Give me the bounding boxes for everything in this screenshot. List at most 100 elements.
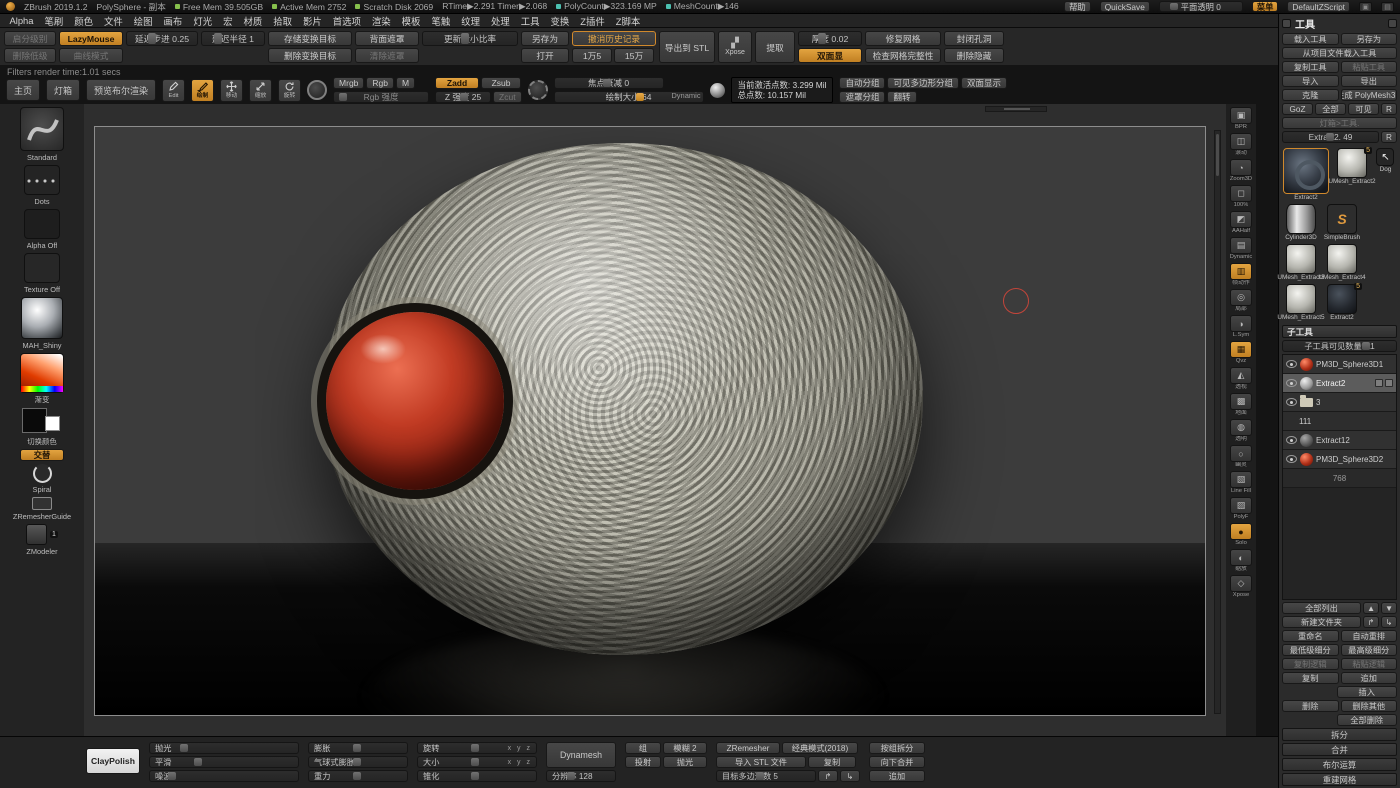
menu-button[interactable]: 菜单	[1252, 1, 1279, 12]
document-area[interactable]	[94, 126, 1206, 716]
delete-other-button[interactable]: 删除其他	[1341, 700, 1398, 712]
duplicate-button[interactable]: 复制	[1282, 672, 1339, 684]
lightbox-tool-button[interactable]: 灯箱>工具.	[1282, 117, 1397, 129]
lazy-radius-slider[interactable]: 延迟半径 1	[201, 31, 265, 46]
qvz-icon[interactable]: ▦Qvz	[1228, 341, 1254, 365]
smooth-slider[interactable]: 平滑	[149, 756, 299, 768]
undo-arrow-button[interactable]: ↳	[840, 770, 860, 782]
document-canvas[interactable]	[84, 104, 1226, 736]
new-folder-button[interactable]: 新建文件夹	[1282, 616, 1361, 628]
tool-thumb[interactable]: UMesh_Extract4	[1323, 244, 1361, 282]
canvas-horizontal-scrollbar[interactable]	[985, 106, 1047, 112]
rename-button[interactable]: 重命名	[1282, 630, 1339, 642]
rotate-button[interactable]: 旋转	[278, 79, 301, 102]
lowest-subdiv-button[interactable]: 最低级细分	[1282, 644, 1339, 656]
spiral-icon[interactable]	[33, 464, 52, 483]
subtool-row-selected[interactable]: Extract2	[1283, 374, 1396, 393]
subtool-row[interactable]: 768	[1283, 469, 1396, 488]
subtool-visible-count-slider[interactable]: 子工具可见数量: 11	[1282, 340, 1397, 352]
draw-button[interactable]: 绘制	[191, 79, 214, 102]
blur-toggle[interactable]: 模糊 2	[663, 742, 707, 754]
make-polymesh3d-button[interactable]: 生成 PolyMesh3D	[1341, 89, 1398, 101]
local-icon[interactable]: ◎局部	[1228, 289, 1254, 313]
list-all-button[interactable]: 全部列出	[1282, 602, 1361, 614]
highest-subdiv-button[interactable]: 最高级细分	[1341, 644, 1398, 656]
zoom-icon[interactable]: ◐缩放	[1228, 549, 1254, 573]
perspective-icon[interactable]: ◭透视	[1228, 367, 1254, 391]
menu-item[interactable]: 拾取	[268, 14, 298, 28]
subtool-row[interactable]: PM3D_Sphere3D1	[1283, 355, 1396, 374]
menu-item[interactable]: 灯光	[188, 14, 218, 28]
append-bottom-button[interactable]: 追加	[869, 770, 925, 782]
alternate-button[interactable]: 交替	[20, 449, 64, 461]
dynamic-persp-icon[interactable]: ▤Dynamic	[1228, 237, 1254, 261]
auto-groups-button[interactable]: 自动分组	[839, 77, 885, 89]
move-down-button[interactable]: ▼	[1381, 602, 1397, 614]
subtool-row[interactable]: PM3D_Sphere3D2	[1283, 450, 1396, 469]
line-fill-icon[interactable]: ▧Line Fill	[1228, 471, 1254, 495]
eye-icon[interactable]	[1286, 360, 1297, 368]
eye-icon[interactable]	[1286, 436, 1297, 444]
group-split-button[interactable]: 按组拆分	[869, 742, 925, 754]
tool-thumb[interactable]: S SimpleBrush	[1323, 204, 1361, 242]
dynamic-label[interactable]: Dynamic	[671, 91, 700, 100]
target-poly-slider[interactable]: 目标多边形数 5	[716, 770, 816, 782]
goz-visible-button[interactable]: 可见	[1348, 103, 1379, 115]
undo-history-button[interactable]: 撤消历史记录	[572, 31, 656, 46]
load-from-project-button[interactable]: 从项目文件载入工具	[1282, 47, 1397, 59]
frame-action-icon[interactable]: ▥帧动作	[1228, 263, 1254, 287]
focal-icon[interactable]	[528, 80, 548, 100]
tool-thumb[interactable]: UMesh_Extract3	[1282, 244, 1320, 282]
subtool-mini-icons[interactable]	[1375, 379, 1393, 387]
tool-thumb[interactable]: 5 Extract2	[1323, 284, 1361, 322]
secondary-color-swatch[interactable]	[45, 416, 60, 431]
actual-size-icon[interactable]: ◻100%	[1228, 185, 1254, 209]
canvas-vertical-scrollbar[interactable]	[1214, 130, 1221, 714]
main-color-swatch[interactable]	[22, 408, 47, 433]
palette-menu-icon[interactable]	[1282, 19, 1291, 28]
eye-icon[interactable]	[1286, 398, 1297, 406]
window-icon[interactable]: ▣	[1359, 2, 1372, 12]
resolution-slider[interactable]: 分辨率 128	[546, 770, 616, 782]
thickness-slider[interactable]: 厚度 0.02	[798, 31, 862, 46]
color-picker[interactable]	[20, 353, 64, 393]
export-stl-button[interactable]: 导出到 STL	[659, 31, 715, 63]
eye-icon[interactable]	[1286, 379, 1297, 387]
delete-morph-target-button[interactable]: 删除变换目标	[268, 48, 352, 63]
groups-toggle[interactable]: 组	[625, 742, 661, 754]
polish-slider[interactable]: 抛光	[149, 742, 299, 754]
menu-item[interactable]: 笔刷	[39, 14, 69, 28]
polish-toggle[interactable]: 抛光	[663, 756, 707, 768]
goz-r-button[interactable]: R	[1381, 103, 1397, 115]
menu-item[interactable]: 宏	[218, 14, 238, 28]
tool-thumb-active[interactable]: Extract2	[1282, 148, 1330, 202]
lightbox-button[interactable]: 灯箱	[46, 79, 80, 101]
check-mesh-integrity-button[interactable]: 检查网格完整性	[865, 48, 941, 63]
menu-item[interactable]: 绘图	[128, 14, 158, 28]
delete-lower-button[interactable]: 删除低级	[4, 48, 56, 63]
material-thumbnail[interactable]	[21, 297, 63, 339]
update-size-ratio-slider[interactable]: 更新大小比率	[422, 31, 518, 46]
zcut-button[interactable]: Zcut	[493, 91, 522, 103]
taper-slider[interactable]: 锥化	[417, 770, 537, 782]
menu-item[interactable]: Alpha	[4, 15, 39, 26]
subtool-row[interactable]: 111	[1283, 412, 1396, 431]
menu-item[interactable]: 模板	[396, 14, 426, 28]
copy-button[interactable]: 复制	[808, 756, 856, 768]
clone-button[interactable]: 克隆	[1282, 89, 1339, 101]
eye-icon[interactable]	[1286, 455, 1297, 463]
extract-button[interactable]: 提取	[755, 31, 795, 63]
curve-mode-button[interactable]: 曲线模式	[59, 48, 123, 63]
merge-section[interactable]: 合并	[1282, 743, 1397, 756]
menu-item[interactable]: 渲染	[366, 14, 396, 28]
move-up-button[interactable]: ▲	[1363, 602, 1379, 614]
bpr-icon[interactable]: ▣BPR	[1228, 107, 1254, 131]
zremesher-guide-icon[interactable]	[32, 497, 52, 510]
scroll-icon[interactable]: ◫滚动	[1228, 133, 1254, 157]
menu-item[interactable]: 处理	[485, 14, 515, 28]
folder-up-button[interactable]: ↱	[1363, 616, 1379, 628]
stroke-thumbnail[interactable]	[24, 165, 60, 195]
save-tool-as-button[interactable]: 另存为	[1341, 33, 1398, 45]
noise-slider[interactable]: 噪波	[149, 770, 299, 782]
clear-mask-button[interactable]: 清除遮罩	[355, 48, 419, 63]
